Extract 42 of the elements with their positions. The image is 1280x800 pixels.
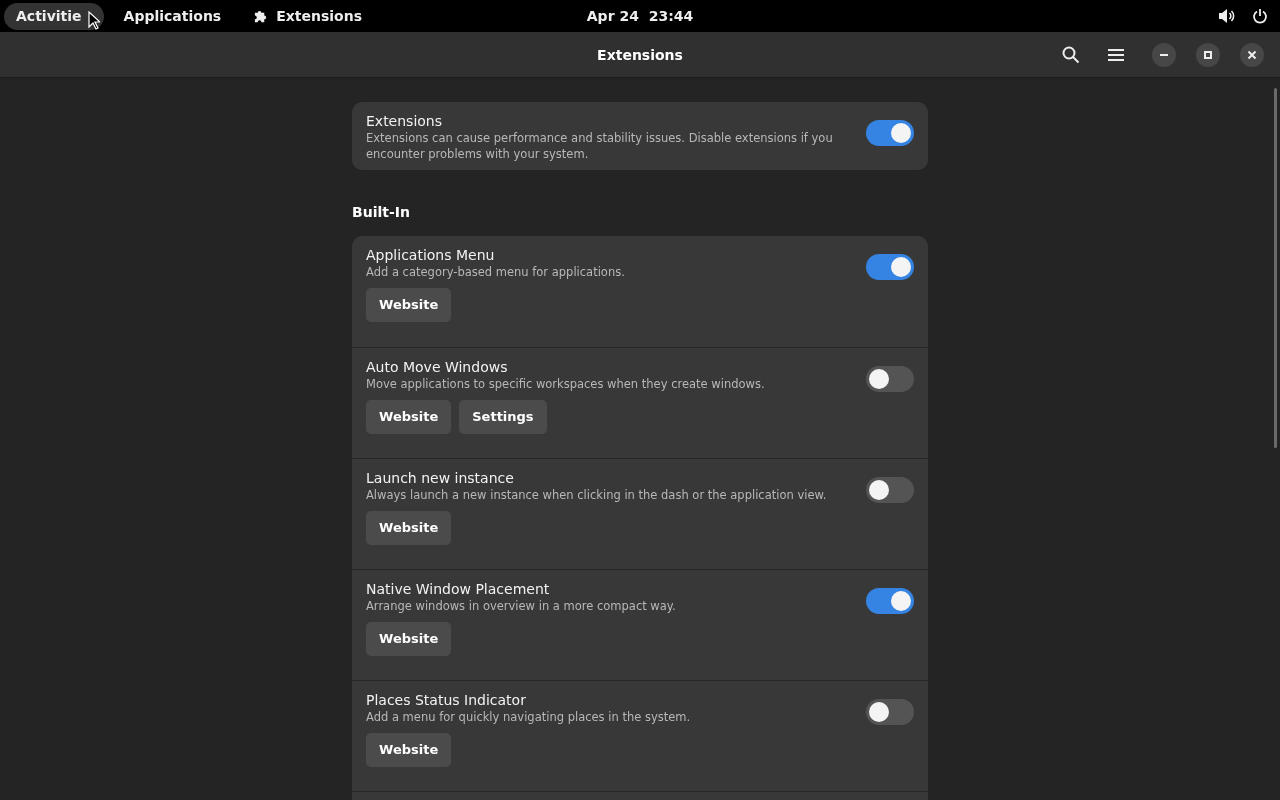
extension-description: Add a category-based menu for applications. (366, 264, 626, 280)
applications-menu[interactable]: Applications (111, 2, 234, 30)
extension-description: Extensions can cause performance and stability issues. Disable extensions if you encounter problems with your system. (366, 130, 834, 162)
extension-description: Add a menu for quickly navigating places in the system. (366, 709, 692, 725)
extension-description: Move applications to specific workspaces when they create windows. (366, 376, 766, 392)
puzzle-icon (253, 8, 269, 24)
extension-description: Arrange windows in overview in a more compact way. (366, 598, 677, 614)
extension-title: Auto Move Windows (366, 358, 509, 376)
extension-description: Always launch a new instance when clicking in the dash or the application view. (366, 487, 828, 503)
section-heading: Built-In (352, 203, 411, 222)
toggle-switch[interactable] (866, 588, 914, 614)
scrollbar[interactable] (1274, 88, 1277, 448)
power-icon[interactable] (1252, 8, 1268, 24)
maximize-icon (1203, 49, 1213, 60)
maximize-button[interactable] (1196, 42, 1220, 67)
toggle-switch[interactable] (866, 120, 914, 146)
extension-title: Extensions (366, 112, 444, 130)
toggle-switch[interactable] (866, 477, 914, 503)
extension-button[interactable]: Website (366, 622, 452, 656)
extension-button[interactable]: Website (366, 511, 452, 545)
extension-button[interactable]: Settings (459, 400, 547, 434)
clock[interactable]: Apr 24 23:44 (586, 6, 694, 27)
toggle-switch[interactable] (866, 699, 914, 725)
extension-title: Launch new instance (366, 469, 515, 487)
close-button[interactable] (1240, 42, 1264, 67)
minimize-icon (1160, 53, 1168, 56)
extension-button[interactable]: Website (366, 400, 452, 434)
extension-title: Native Window Placement (366, 580, 551, 598)
volume-icon[interactable] (1218, 8, 1236, 24)
minimize-button[interactable] (1152, 42, 1176, 67)
window-title: Extensions (597, 46, 683, 65)
toggle-switch[interactable] (866, 366, 914, 392)
close-icon (1247, 49, 1257, 60)
menu-icon (1108, 47, 1124, 62)
extension-button[interactable]: Website (366, 288, 452, 322)
extension-button[interactable]: Website (366, 733, 452, 767)
toggle-switch[interactable] (866, 254, 914, 280)
extension-title: Places Status Indicator (366, 691, 527, 709)
extension-title: Applications Menu (366, 246, 496, 264)
search-icon (1062, 45, 1080, 64)
app-menu[interactable]: Extensions (241, 2, 374, 30)
activities-button[interactable]: Activitie (4, 2, 104, 30)
